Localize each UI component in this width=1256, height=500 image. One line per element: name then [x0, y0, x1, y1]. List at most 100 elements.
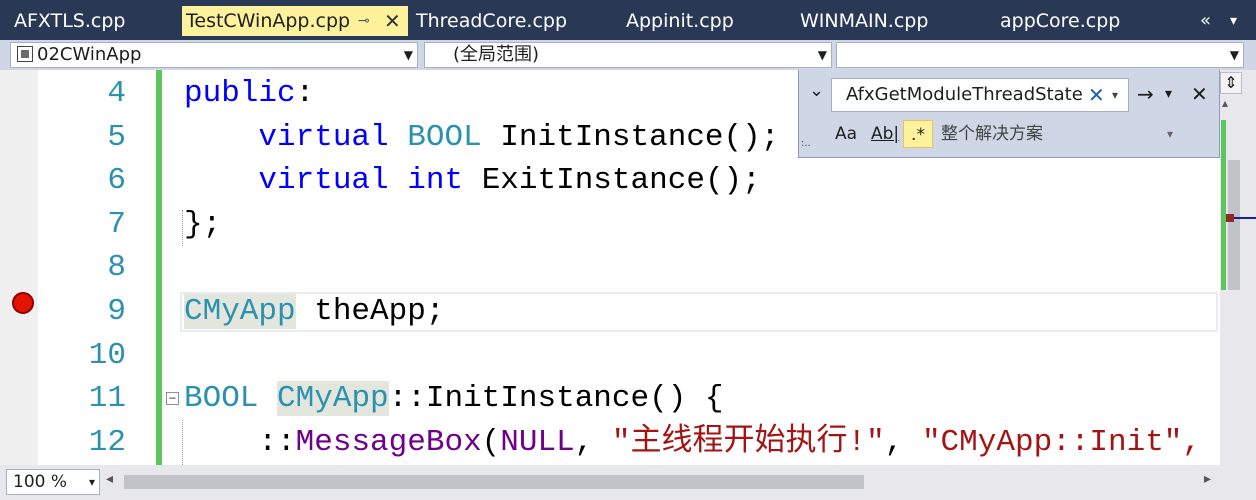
tab-label: Appinit.cpp: [626, 10, 734, 32]
scroll-up-icon[interactable]: ▴: [1222, 96, 1228, 110]
find-next-icon[interactable]: →: [1137, 82, 1154, 106]
tab-label: appCore.cpp: [1000, 10, 1121, 32]
string-literal: "CMyApp::Init",: [921, 425, 1201, 460]
editor-bottom-bar: 100 % ▾ ◂ ▸: [0, 465, 1256, 500]
declaration: theApp;: [295, 294, 445, 329]
whole-word-toggle[interactable]: Ab|: [871, 120, 899, 148]
code-line-6[interactable]: virtual int ExitInstance();: [184, 159, 761, 203]
code-line-9[interactable]: CMyApp theApp;: [184, 290, 444, 334]
scope-operator: ::: [388, 381, 426, 416]
line-number: 9: [107, 294, 126, 329]
search-input[interactable]: AfxGetModuleThreadState ✕ ▾: [831, 78, 1129, 112]
chevron-down-icon: ▼: [403, 48, 413, 62]
code-line-11[interactable]: BOOL CMyApp::InitInstance() {: [184, 377, 724, 421]
find-widget: ⌄ AfxGetModuleThreadState ✕ ▾ → ▾ ✕ Aa A…: [798, 70, 1220, 158]
line-number: 5: [107, 120, 126, 155]
scope-dropdown[interactable]: (全局范围) ▼: [424, 42, 832, 68]
project-icon: [17, 46, 33, 62]
zoom-level: 100 %: [13, 472, 68, 492]
punctuation: };: [184, 207, 222, 242]
project-label: 02CWinApp: [37, 44, 142, 65]
code-line-12[interactable]: ::MessageBox(NULL, "主线程开始执行!", "CMyApp::…: [184, 421, 1201, 465]
search-text: AfxGetModuleThreadState: [846, 84, 1083, 105]
tab-testcwinapp[interactable]: TestCWinApp.cpp ⊸ ✕: [182, 6, 408, 36]
collapse-icon[interactable]: −: [166, 392, 179, 405]
structure-guide: [182, 210, 183, 246]
macro-name: NULL: [500, 425, 575, 460]
punctuation: :: [295, 76, 315, 111]
code-line-4[interactable]: public:: [184, 72, 314, 116]
tab-label: WINMAIN.cpp: [800, 10, 929, 32]
zoom-dropdown[interactable]: 100 % ▾: [6, 469, 100, 495]
member-dropdown[interactable]: ▼: [836, 42, 1244, 68]
line-number: 7: [107, 207, 126, 242]
pin-icon[interactable]: ⊸: [358, 6, 370, 36]
chevron-down-icon: ▼: [1229, 48, 1239, 62]
project-dropdown[interactable]: 02CWinApp ▼: [10, 42, 418, 68]
line-number: 12: [88, 425, 126, 460]
type-name: BOOL: [184, 381, 259, 416]
tab-afxtls[interactable]: AFXTLS.cpp: [14, 6, 125, 36]
search-scope-dropdown[interactable]: 整个解决方案: [941, 120, 1043, 148]
code-line-7[interactable]: };: [184, 203, 221, 247]
punctuation: () {: [649, 381, 724, 416]
tab-winmain[interactable]: WINMAIN.cpp: [800, 6, 928, 36]
breakpoint-icon[interactable]: [12, 292, 34, 314]
scroll-right-icon[interactable]: ▸: [1204, 471, 1211, 487]
line-number: 11: [88, 381, 126, 416]
punctuation: ();: [704, 163, 761, 198]
string-literal: "主线程开始执行!": [611, 425, 885, 460]
tab-appcore[interactable]: appCore.cpp: [1000, 6, 1120, 36]
scope-operator: ::: [258, 425, 296, 460]
tab-appinit[interactable]: Appinit.cpp: [626, 6, 734, 36]
tab-label: ThreadCore.cpp: [416, 10, 568, 32]
tab-label: AFXTLS.cpp: [14, 10, 126, 32]
chevron-down-icon[interactable]: ▾: [1167, 120, 1173, 148]
keyword: virtual: [258, 120, 389, 155]
glyph-margin[interactable]: [0, 70, 38, 465]
resize-grip-icon[interactable]: :..: [801, 138, 811, 149]
code-line-5[interactable]: virtual BOOL InitInstance();: [184, 116, 779, 160]
line-number: 4: [107, 76, 126, 111]
change-tracking-bar: [156, 70, 162, 465]
navigation-bar: 02CWinApp ▼ (全局范围) ▼ ▼: [0, 40, 1256, 70]
punctuation: ,: [884, 425, 922, 460]
regex-toggle[interactable]: .*: [903, 120, 933, 148]
find-options-icon[interactable]: ▾: [1165, 86, 1172, 102]
type-name: int: [407, 163, 464, 198]
function-name: MessageBox: [295, 425, 482, 460]
tab-overflow-icon[interactable]: «: [1200, 6, 1211, 36]
line-number: 8: [107, 250, 126, 285]
toggle-replace-icon[interactable]: ⌄: [809, 80, 824, 101]
close-tab-icon[interactable]: ✕: [384, 6, 401, 36]
tab-threadcore[interactable]: ThreadCore.cpp: [416, 6, 567, 36]
vertical-scroll-thumb[interactable]: [1228, 160, 1240, 290]
line-number: 6: [107, 163, 126, 198]
scope-label: (全局范围): [453, 44, 540, 65]
scroll-left-icon[interactable]: ◂: [106, 471, 113, 487]
function-name: ExitInstance: [481, 163, 705, 198]
horizontal-scroll-thumb[interactable]: [124, 475, 864, 489]
clear-search-icon[interactable]: ✕: [1088, 79, 1105, 111]
function-name: InitInstance: [425, 381, 650, 416]
keyword: public: [184, 76, 296, 111]
punctuation: ();: [723, 120, 780, 155]
close-find-icon[interactable]: ✕: [1191, 82, 1208, 106]
tab-menu-icon[interactable]: ▾: [1230, 6, 1237, 36]
change-map-bar: [1221, 120, 1226, 290]
split-editor-icon[interactable]: ⇕: [1220, 72, 1242, 94]
keyword: virtual: [258, 163, 389, 198]
type-name: BOOL: [407, 120, 482, 155]
tab-label: TestCWinApp.cpp: [186, 10, 351, 32]
punctuation: ,: [574, 425, 612, 460]
structure-guide: [182, 420, 183, 465]
search-history-icon[interactable]: ▾: [1112, 79, 1118, 111]
punctuation: (: [481, 425, 501, 460]
chevron-down-icon: ▾: [88, 475, 95, 489]
breakpoint-marker: [1226, 214, 1234, 222]
match-case-toggle[interactable]: Aa: [835, 120, 857, 148]
function-name: InitInstance: [500, 120, 724, 155]
